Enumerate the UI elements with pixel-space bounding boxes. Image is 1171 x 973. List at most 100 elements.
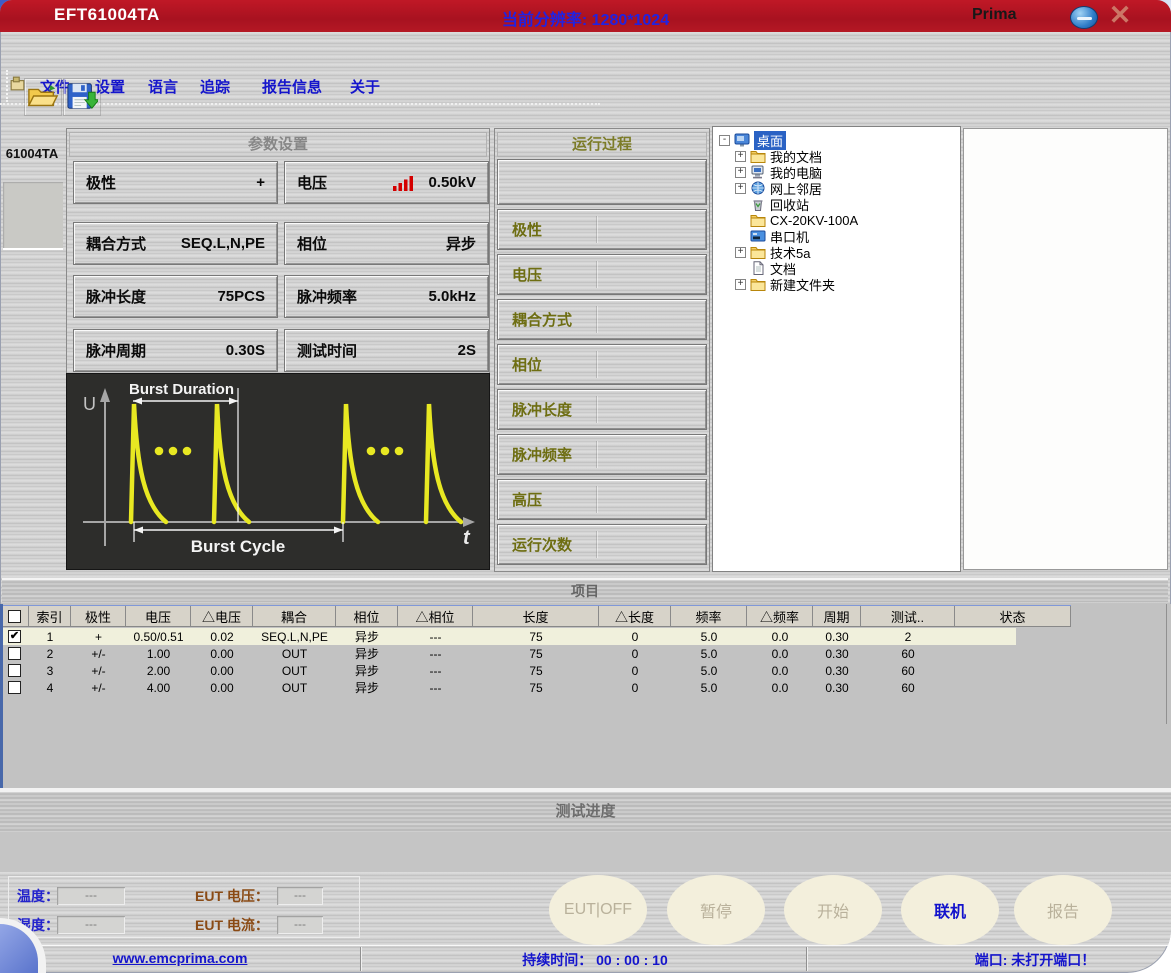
- table-cell: 60: [861, 662, 955, 679]
- table-cell: OUT: [253, 662, 336, 679]
- row-checkbox[interactable]: [8, 664, 21, 677]
- tree-expander[interactable]: +: [735, 279, 746, 290]
- param-test-time[interactable]: 测试时间2S: [284, 329, 489, 372]
- row-checkbox[interactable]: ✔: [8, 630, 21, 643]
- window-title: EFT61004TA: [54, 5, 160, 25]
- select-all-checkbox[interactable]: [8, 610, 21, 623]
- tree-item-new-folder[interactable]: + 新建文件夹: [735, 276, 835, 292]
- table-row[interactable]: 3+/-2.000.00OUT异步---7505.00.00.3060: [3, 662, 1068, 679]
- run-process-panel: 运行过程 极性电压耦合方式相位脉冲长度脉冲频率高压运行次数: [494, 128, 710, 572]
- row-checkbox[interactable]: [8, 681, 21, 694]
- param-pulse-frequency[interactable]: 脉冲频率 5.0kHz: [284, 275, 489, 318]
- table-cell: 3: [29, 662, 71, 679]
- table-cell: 异步: [336, 628, 398, 645]
- param-coupling[interactable]: 耦合方式SEQ.L,N,PE: [73, 222, 278, 265]
- tree-expander[interactable]: -: [719, 135, 730, 146]
- table-row[interactable]: 2+/-1.000.00OUT异步---7505.00.00.3060: [3, 645, 1068, 662]
- table-cell: 0: [599, 645, 671, 662]
- website-link[interactable]: www.emcprima.com: [30, 950, 330, 966]
- table-row[interactable]: ✔1+0.50/0.510.02SEQ.L,N,PE异步---7505.00.0…: [3, 628, 1016, 645]
- run-row-label: 电压: [512, 264, 542, 285]
- menu-item-report-info[interactable]: 报告信息: [262, 76, 322, 97]
- param-value: SEQ.L,N,PE: [181, 235, 265, 252]
- eut-off-button[interactable]: EUT|OFF: [549, 875, 647, 945]
- table-border: [1166, 604, 1167, 724]
- tree-expander[interactable]: +: [735, 167, 746, 178]
- table-cell: 4.00: [126, 679, 191, 696]
- run-row-label: 脉冲频率: [512, 444, 572, 465]
- open-file-button[interactable]: [24, 78, 62, 116]
- menu-item-trace[interactable]: 追踪: [200, 76, 230, 97]
- computer-icon: [750, 165, 766, 179]
- table-cell: 异步: [336, 662, 398, 679]
- param-polarity[interactable]: 极性+: [73, 161, 278, 204]
- table-cell: 0.50/0.51: [126, 628, 191, 645]
- param-phase[interactable]: 相位异步: [284, 222, 489, 265]
- table-cell: 0.0: [747, 628, 813, 645]
- table-cell: 0.00: [191, 662, 253, 679]
- table-cell: ---: [398, 679, 473, 696]
- row-checkbox-cell[interactable]: [3, 662, 29, 679]
- table-cell: 0.0: [747, 679, 813, 696]
- connect-button[interactable]: 联机: [901, 875, 999, 945]
- menu-item-about[interactable]: 关于: [350, 76, 380, 97]
- tree-expander[interactable]: +: [735, 247, 746, 258]
- menu-bar: 文件设置语言追踪报告信息关于: [0, 32, 1171, 74]
- table-cell: 75: [473, 645, 599, 662]
- status-separator: [806, 947, 808, 971]
- tree-item-recycle-bin[interactable]: 回收站: [735, 196, 809, 212]
- column-header: △相位: [398, 606, 473, 626]
- u-axis-label: U: [83, 394, 96, 414]
- param-label: 测试时间: [297, 340, 357, 361]
- minimize-button[interactable]: [1070, 6, 1098, 29]
- pause-button[interactable]: 暂停: [667, 875, 765, 945]
- column-header: 耦合: [253, 606, 336, 626]
- tree-expander[interactable]: +: [735, 151, 746, 162]
- save-file-button[interactable]: [63, 78, 101, 116]
- table-cell: 0: [599, 628, 671, 645]
- run-row-phase: 相位: [497, 344, 707, 385]
- report-button[interactable]: 报告: [1014, 875, 1112, 945]
- param-label: 脉冲频率: [297, 286, 357, 307]
- temperature-label: 温度：: [17, 886, 59, 906]
- table-cell: 异步: [336, 679, 398, 696]
- param-voltage[interactable]: 电压0.50kV: [284, 161, 489, 204]
- row-checkbox[interactable]: [8, 647, 21, 660]
- table-cell: 5.0: [671, 628, 747, 645]
- table-cell: 0.0: [747, 662, 813, 679]
- tree-expander[interactable]: +: [735, 183, 746, 194]
- param-value: 5.0kHz: [428, 288, 476, 305]
- table-cell: 异步: [336, 645, 398, 662]
- row-checkbox-cell[interactable]: ✔: [3, 628, 29, 645]
- row-checkbox-cell[interactable]: [3, 679, 29, 696]
- run-row-coupling: 耦合方式: [497, 299, 707, 340]
- save-floppy-icon: [66, 98, 98, 115]
- model-preview-box: [3, 182, 63, 250]
- row-checkbox-cell[interactable]: [3, 645, 29, 662]
- table-cell: 0.0: [747, 645, 813, 662]
- table-cell: [955, 645, 1071, 662]
- menu-item-language[interactable]: 语言: [148, 76, 178, 97]
- select-all-cell[interactable]: [3, 606, 29, 626]
- menu-grip: [6, 70, 9, 102]
- run-row-label: 脉冲长度: [512, 399, 572, 420]
- column-header: 索引: [29, 606, 71, 626]
- column-header: 测试..: [861, 606, 955, 626]
- start-button[interactable]: 开始: [784, 875, 882, 945]
- eut-current-value: ---: [277, 916, 323, 934]
- table-row[interactable]: 4+/-4.000.00OUT异步---7505.00.00.3060: [3, 679, 1068, 696]
- table-cell: 1.00: [126, 645, 191, 662]
- param-pulse-period[interactable]: 脉冲周期0.30S: [73, 329, 278, 372]
- table-cell: +/-: [71, 679, 126, 696]
- table-cell: 75: [473, 662, 599, 679]
- table-cell: [955, 662, 1071, 679]
- close-button[interactable]: ✕: [1102, 0, 1138, 31]
- table-header-row: 索引极性电压△电压耦合相位△相位长度△长度频率△频率周期测试..状态: [3, 605, 1071, 627]
- param-pulse-length[interactable]: 脉冲长度75PCS: [73, 275, 278, 318]
- recycle-icon: [750, 197, 766, 211]
- tree-item-label: 新建文件夹: [770, 275, 835, 294]
- column-header: 周期: [813, 606, 861, 626]
- model-label: 61004TA: [2, 146, 62, 161]
- tree-item-label: CX-20KV-100A: [770, 213, 858, 228]
- column-header: 频率: [671, 606, 747, 626]
